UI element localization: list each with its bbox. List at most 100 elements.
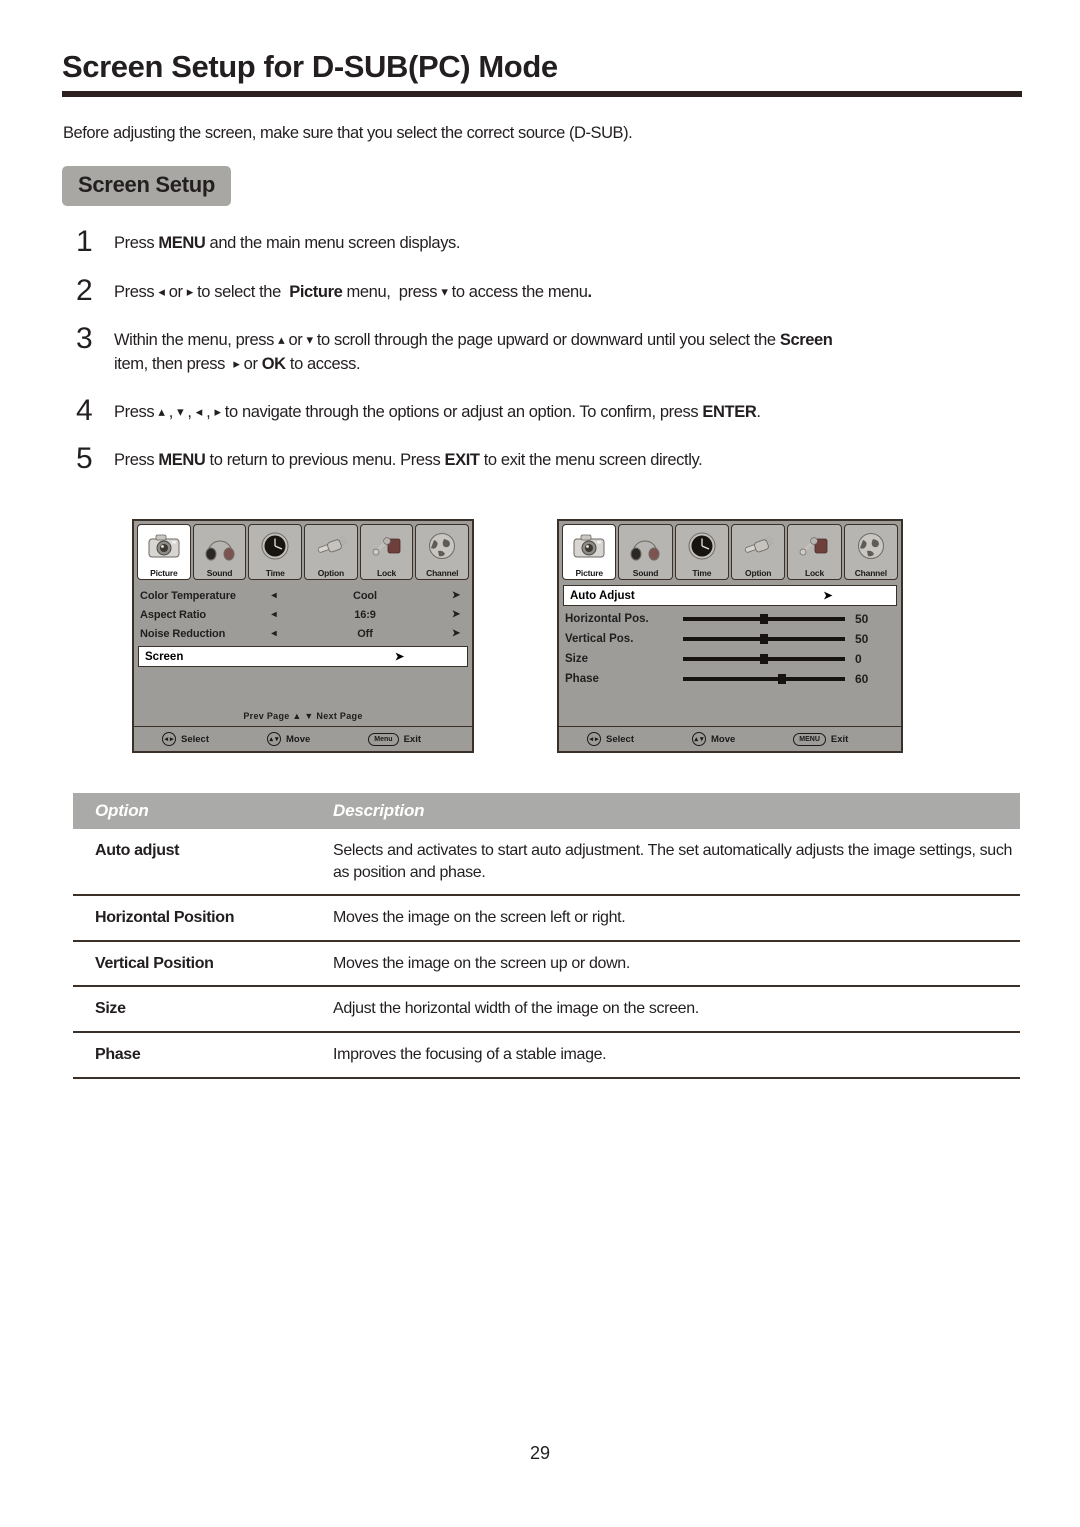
slider-knob[interactable] (760, 634, 768, 644)
step-number: 4 (76, 393, 93, 427)
osd-slider-label: Vertical Pos. (565, 633, 634, 645)
step-number: 1 (76, 225, 93, 258)
section-badge: Screen Setup (62, 166, 232, 206)
slider-track[interactable] (683, 614, 845, 624)
osd-tab-label: Picture (150, 568, 178, 578)
osd-slider-value: 0 (855, 652, 862, 666)
osd-slider-list: Horizontal Pos. 50 Vertical Pos. 50 Size… (559, 606, 901, 689)
osd-tab-option[interactable]: Option (730, 524, 786, 580)
table-row: Size Adjust the horizontal width of the … (73, 986, 1020, 1033)
osd-row-label: Noise Reduction (140, 627, 226, 640)
osd-tab-label: Option (317, 568, 344, 578)
osd-tab-sound[interactable]: Sound (618, 524, 673, 580)
right-arrow-icon[interactable]: ➤ (446, 609, 466, 620)
right-arrow-icon[interactable]: ➤ (823, 589, 832, 602)
osd-tab-option[interactable]: Option (304, 524, 358, 580)
osd-tab-label: Channel (426, 568, 459, 578)
osd-tab-picture[interactable]: Picture (562, 524, 617, 580)
globe-icon (416, 528, 468, 564)
osd-tab-label: Option (745, 568, 772, 578)
slider-track[interactable] (683, 654, 845, 664)
headphones-icon (194, 528, 246, 564)
osd-tab-picture[interactable]: Picture (137, 524, 191, 580)
osd-tab-label: Time (265, 568, 285, 578)
osd-row-label: Auto Adjust (570, 589, 635, 602)
osd-row-value: Cool (352, 589, 378, 602)
osd-row-label: Aspect Ratio (140, 608, 207, 621)
table-cell-option: Horizontal Position (73, 895, 313, 942)
camera-icon (563, 528, 615, 564)
osd-tab-channel[interactable]: Channel (415, 524, 470, 580)
instruction-steps: 1 Press MENU and the main menu screen di… (72, 225, 1022, 494)
osd-tab-label: Sound (632, 568, 659, 578)
osd-footer-label: Exit (830, 733, 849, 745)
osd-slider-horizontal-pos[interactable]: Horizontal Pos. 50 (565, 609, 895, 629)
osd-footer-label: Move (711, 733, 736, 745)
osd-row-label: Color Temperature (140, 589, 236, 602)
left-arrow-icon[interactable]: ◂ (264, 609, 284, 620)
osd-row-color-temperature[interactable]: Color Temperature ◂ Cool ➤ (140, 586, 466, 605)
osd-slider-label: Size (565, 653, 589, 665)
osd-tab-lock[interactable]: Lock (787, 524, 842, 580)
osd-row-auto-adjust-selected[interactable]: Auto Adjust ➤ (563, 585, 897, 606)
table-row: Phase Improves the focusing of a stable … (73, 1031, 1020, 1079)
osd-slider-size[interactable]: Size 0 (565, 649, 895, 669)
right-arrow-icon[interactable]: ➤ (446, 590, 466, 601)
osd-row-noise-reduction[interactable]: Noise Reduction ◂ Off ➤ (140, 624, 466, 643)
osd-slider-label: Horizontal Pos. (565, 613, 649, 625)
left-arrow-icon[interactable]: ◂ (264, 590, 284, 601)
osd-footer-label: Select (606, 733, 634, 745)
osd-row-aspect-ratio[interactable]: Aspect Ratio ◂ 16:9 ➤ (140, 605, 466, 624)
osd-slider-value: 50 (855, 632, 869, 646)
table-cell-option: Size (73, 986, 313, 1033)
table-row: Auto adjust Selects and activates to sta… (73, 829, 1020, 897)
camera-icon (138, 528, 190, 564)
osd-footer-bar: ◂ ▸ Select ▴ ▾ Move MENU Exit (559, 726, 901, 751)
osd-tab-label: Channel (854, 568, 887, 578)
left-arrow-icon[interactable]: ◂ (264, 628, 284, 639)
osd-footer-bar: ◂ ▸ Select ▴ ▾ Move Menu Exit (134, 726, 472, 751)
table-cell-description: Improves the focusing of a stable image. (313, 1031, 1020, 1079)
osd-tab-time[interactable]: Time (674, 524, 729, 580)
page-title: Screen Setup for D-SUB(PC) Mode (62, 49, 558, 84)
headphones-icon (619, 528, 671, 564)
clock-icon (676, 528, 728, 564)
slider-track[interactable] (683, 674, 845, 684)
up-down-keys-icon: ▴ ▾ (267, 732, 281, 746)
osd-row-value: Off (357, 627, 373, 640)
osd-footer-select: ◂ ▸ Select (162, 732, 209, 746)
table-header-option: Option (73, 793, 313, 829)
osd-footer-exit: Menu Exit (368, 732, 421, 746)
osd-footer-exit: MENU Exit (793, 732, 849, 746)
slider-track[interactable] (683, 634, 845, 644)
osd-tab-time[interactable]: Time (248, 524, 303, 580)
osd-tab-label: Time (692, 568, 712, 578)
step-item: 1 Press MENU and the main menu screen di… (72, 225, 1022, 258)
osd-slider-phase[interactable]: Phase 60 (565, 669, 895, 689)
osd-slider-vertical-pos[interactable]: Vertical Pos. 50 (565, 629, 895, 649)
step-number: 5 (76, 442, 93, 476)
slider-knob[interactable] (777, 674, 786, 684)
table-header-row: Option Description (73, 793, 1020, 829)
osd-option-list: Color Temperature ◂ Cool ➤ Aspect Ratio … (134, 580, 472, 643)
osd-tab-label: Picture (575, 568, 603, 578)
slider-knob[interactable] (760, 614, 768, 624)
right-arrow-icon[interactable]: ➤ (395, 650, 404, 663)
step-number: 3 (76, 322, 93, 355)
step-text: Within the menu, press ▴ or ▾ to scroll … (114, 331, 833, 373)
osd-tab-lock[interactable]: Lock (359, 524, 414, 580)
globe-icon (845, 528, 897, 564)
osd-slider-value: 60 (855, 672, 869, 686)
osd-tab-sound[interactable]: Sound (192, 524, 247, 580)
osd-row-screen-selected[interactable]: Screen ➤ (138, 646, 468, 667)
table-cell-description: Selects and activates to start auto adju… (313, 829, 1020, 897)
right-arrow-icon[interactable]: ➤ (446, 628, 466, 639)
osd-tab-channel[interactable]: Channel (843, 524, 898, 580)
padlock-icon (361, 528, 413, 564)
osd-tab-label: Lock (377, 568, 397, 578)
step-item: 4 Press ▴ , ▾ , ◂ , ▸ to navigate throug… (72, 393, 1022, 427)
osd-screenshot-screen-menu: Picture Sound Time Option Lock Channel A… (557, 519, 903, 753)
table-cell-description: Moves the image on the screen up or down… (313, 940, 1020, 988)
table-cell-option: Vertical Position (73, 940, 313, 988)
slider-knob[interactable] (760, 654, 768, 664)
